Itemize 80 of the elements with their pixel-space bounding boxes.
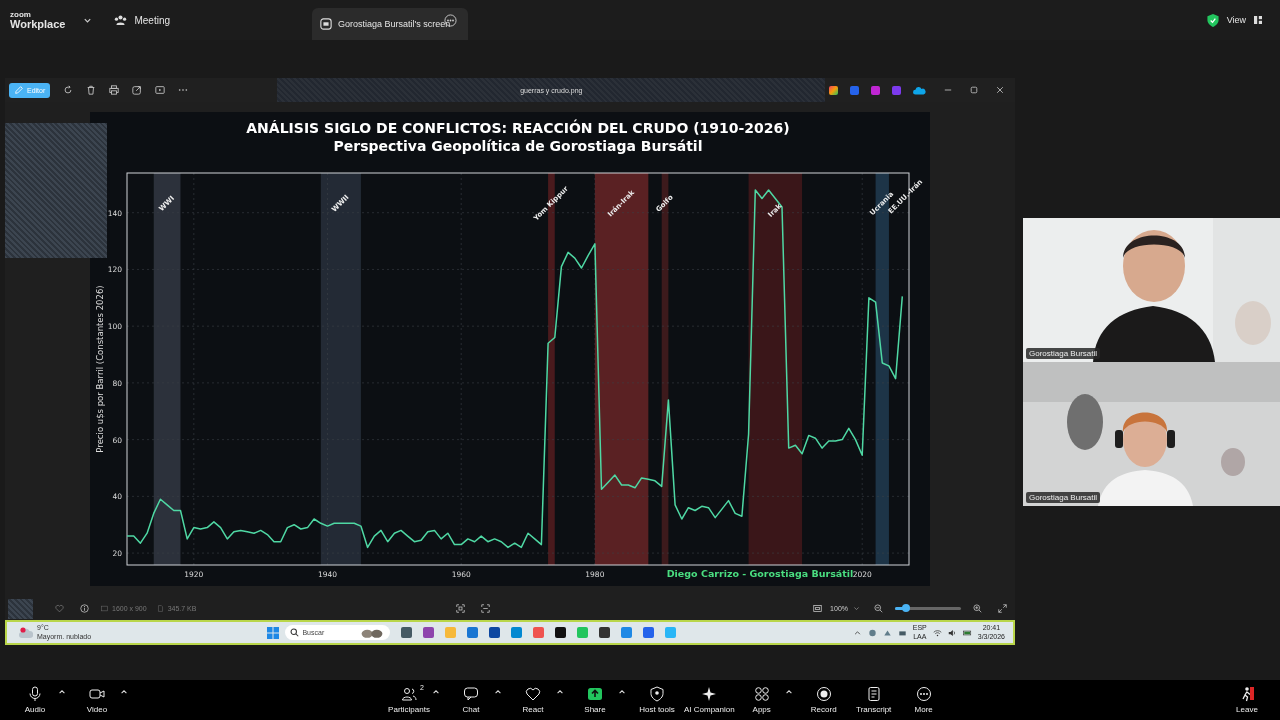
participant-name: Gorostiaga Bursatil — [1026, 492, 1101, 503]
print-icon[interactable] — [109, 85, 120, 95]
chevron-up-icon[interactable] — [852, 628, 862, 637]
info-icon[interactable] — [80, 604, 89, 613]
chat-icon — [463, 686, 479, 702]
chart-credit: Diego Carrizo - Gorostiaga Bursátil — [666, 568, 854, 579]
toolbar-button[interactable]: Chat — [448, 686, 494, 714]
participant-name: Gorostiaga Bursatil — [1026, 348, 1101, 359]
upload-icon — [587, 686, 603, 702]
wifi-icon[interactable] — [932, 628, 942, 637]
caret-icon[interactable] — [120, 688, 128, 696]
toolbar-button[interactable]: More — [900, 686, 947, 714]
maximize-icon[interactable] — [970, 86, 979, 94]
fit-icon[interactable] — [456, 604, 466, 613]
pencil-icon — [14, 85, 24, 95]
record-icon — [815, 686, 832, 702]
close-icon[interactable] — [996, 86, 1005, 94]
toolbar-button[interactable]: Share — [572, 686, 618, 714]
view-button[interactable]: View — [1206, 13, 1262, 27]
screen-icon — [320, 18, 332, 30]
toolbar-button[interactable]: Record — [800, 686, 847, 714]
trash-icon[interactable] — [86, 85, 97, 95]
caret-icon[interactable] — [618, 688, 626, 696]
microphone-icon — [27, 686, 43, 702]
chart-subtitle: Perspectiva Geopolítica de Gorostiaga Bursátil — [333, 138, 703, 154]
battery-icon[interactable] — [962, 628, 972, 637]
app-icon[interactable] — [829, 85, 839, 95]
heart-icon — [525, 686, 541, 702]
leave-button[interactable]: Leave — [1224, 686, 1270, 714]
app-icon[interactable] — [555, 627, 567, 638]
people-icon — [401, 686, 417, 702]
more-icon — [915, 686, 932, 702]
zoom-slider[interactable] — [895, 607, 961, 610]
heart-icon[interactable] — [55, 604, 64, 613]
meeting-button[interactable]: Meeting — [114, 14, 170, 26]
start-icon[interactable] — [267, 626, 280, 639]
app-icon[interactable] — [599, 627, 611, 638]
toolbar-button[interactable]: Audio — [12, 686, 58, 714]
search-icon — [290, 628, 300, 637]
volume-icon[interactable] — [947, 628, 957, 637]
caret-icon[interactable] — [432, 688, 440, 696]
caret-icon[interactable] — [58, 688, 66, 696]
image-icon — [101, 605, 108, 612]
caret-icon[interactable] — [784, 688, 793, 696]
shield-icon — [1206, 13, 1219, 27]
crop-icon[interactable] — [481, 604, 491, 613]
camera-icon — [89, 686, 105, 702]
thumbnail[interactable] — [5, 123, 107, 258]
share-tab[interactable]: Gorostiaga Bursatil's screen — [312, 8, 468, 40]
zoom-in-icon[interactable] — [973, 604, 982, 613]
app-icon[interactable] — [489, 627, 501, 638]
chart-title: ANÁLISIS SIGLO DE CONFLICTOS: REACCIÓN DEL CRUDO (1910-2026) — [246, 120, 790, 136]
toolbar-button[interactable]: Video — [74, 686, 120, 714]
zoom-out-icon[interactable] — [874, 604, 883, 613]
fit-screen-icon[interactable] — [813, 604, 823, 613]
slideshow-icon[interactable] — [155, 85, 166, 95]
toolbar-button[interactable]: Transcript — [850, 686, 897, 714]
toolbar-button[interactable]: Host tools — [634, 686, 680, 714]
layout-icon — [1254, 16, 1262, 24]
weather-icon — [19, 626, 33, 639]
chevron-icon — [853, 605, 860, 612]
apps-icon — [753, 686, 770, 702]
people-icon — [114, 14, 128, 26]
file-icon — [156, 605, 164, 612]
rotate-icon[interactable] — [63, 85, 74, 95]
toolbar-button[interactable]: AI Companion — [684, 686, 735, 714]
caret-icon[interactable] — [556, 688, 564, 696]
shield-icon — [649, 686, 665, 702]
toolbar-button[interactable]: React — [510, 686, 556, 714]
toolbar-button[interactable]: Apps — [738, 686, 785, 714]
app-logo: zoom Workplace — [10, 10, 66, 30]
fullscreen-icon[interactable] — [998, 604, 1007, 613]
caret-icon[interactable] — [494, 688, 502, 696]
cloud-icon[interactable] — [913, 85, 927, 95]
document-icon — [865, 686, 882, 702]
slider-thumb[interactable] — [901, 604, 910, 612]
share-icon[interactable] — [132, 85, 143, 95]
minimize-icon[interactable] — [944, 86, 953, 94]
thumbnail[interactable] — [8, 598, 33, 619]
y-axis-label: Precio u$s por Barril (Constantes 2026) — [95, 285, 105, 453]
